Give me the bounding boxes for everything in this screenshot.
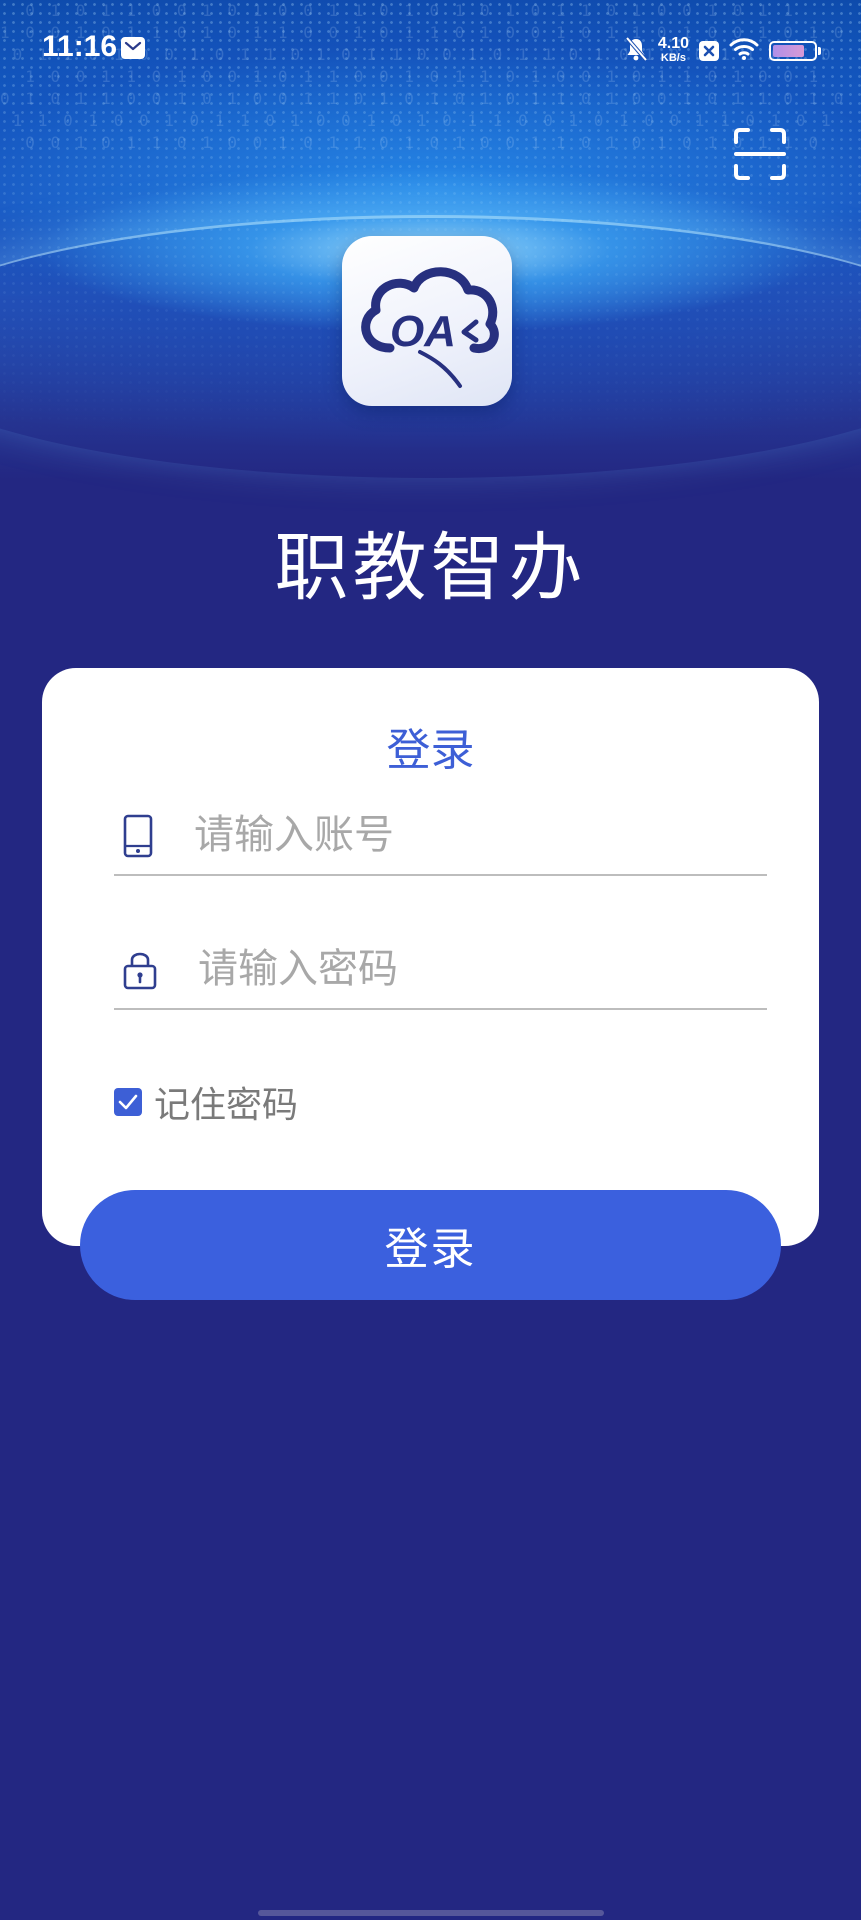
wifi-icon	[729, 37, 759, 65]
remember-password-label: 记住密码	[154, 1085, 299, 1126]
app-logo: OA	[342, 236, 512, 406]
checkmark-icon	[118, 1094, 138, 1110]
scan-button[interactable]	[732, 126, 788, 182]
status-time: 11:16	[42, 30, 118, 63]
cloud-oa-logo-icon: OA	[361, 267, 499, 388]
app-title: 职教智办	[274, 525, 587, 611]
login-button[interactable]: 登录	[80, 1190, 781, 1300]
mail-icon	[121, 37, 145, 59]
account-field	[114, 774, 767, 876]
network-speed-value: 4.10	[657, 35, 689, 52]
password-field	[114, 908, 767, 1010]
phone-icon	[123, 814, 153, 858]
password-input[interactable]	[198, 934, 758, 1004]
remember-password[interactable]: 记住密码	[114, 1080, 298, 1126]
logo-text: OA	[390, 307, 456, 356]
home-indicator[interactable]	[258, 1910, 604, 1916]
network-speed: 4.10 KB/s	[657, 35, 689, 65]
bell-muted-icon	[624, 36, 648, 66]
account-input[interactable]	[194, 800, 754, 870]
login-card-title: 登录	[386, 725, 475, 776]
remember-password-checkbox[interactable]	[114, 1088, 142, 1116]
lock-icon	[123, 952, 157, 990]
login-screen: 0 1 0 1 1 0 0 1 0 1 0 0 1 1 0 1 0 1 0 1 …	[0, 0, 861, 1920]
network-speed-unit: KB/s	[660, 52, 686, 64]
scan-icon	[734, 128, 786, 180]
close-app-icon	[699, 41, 719, 61]
login-card: 登录 记住密码	[42, 668, 819, 1246]
status-bar: 11:16 4.10 KB/s	[0, 0, 861, 100]
status-icons: 4.10 KB/s	[624, 34, 821, 68]
battery-icon	[769, 41, 821, 61]
